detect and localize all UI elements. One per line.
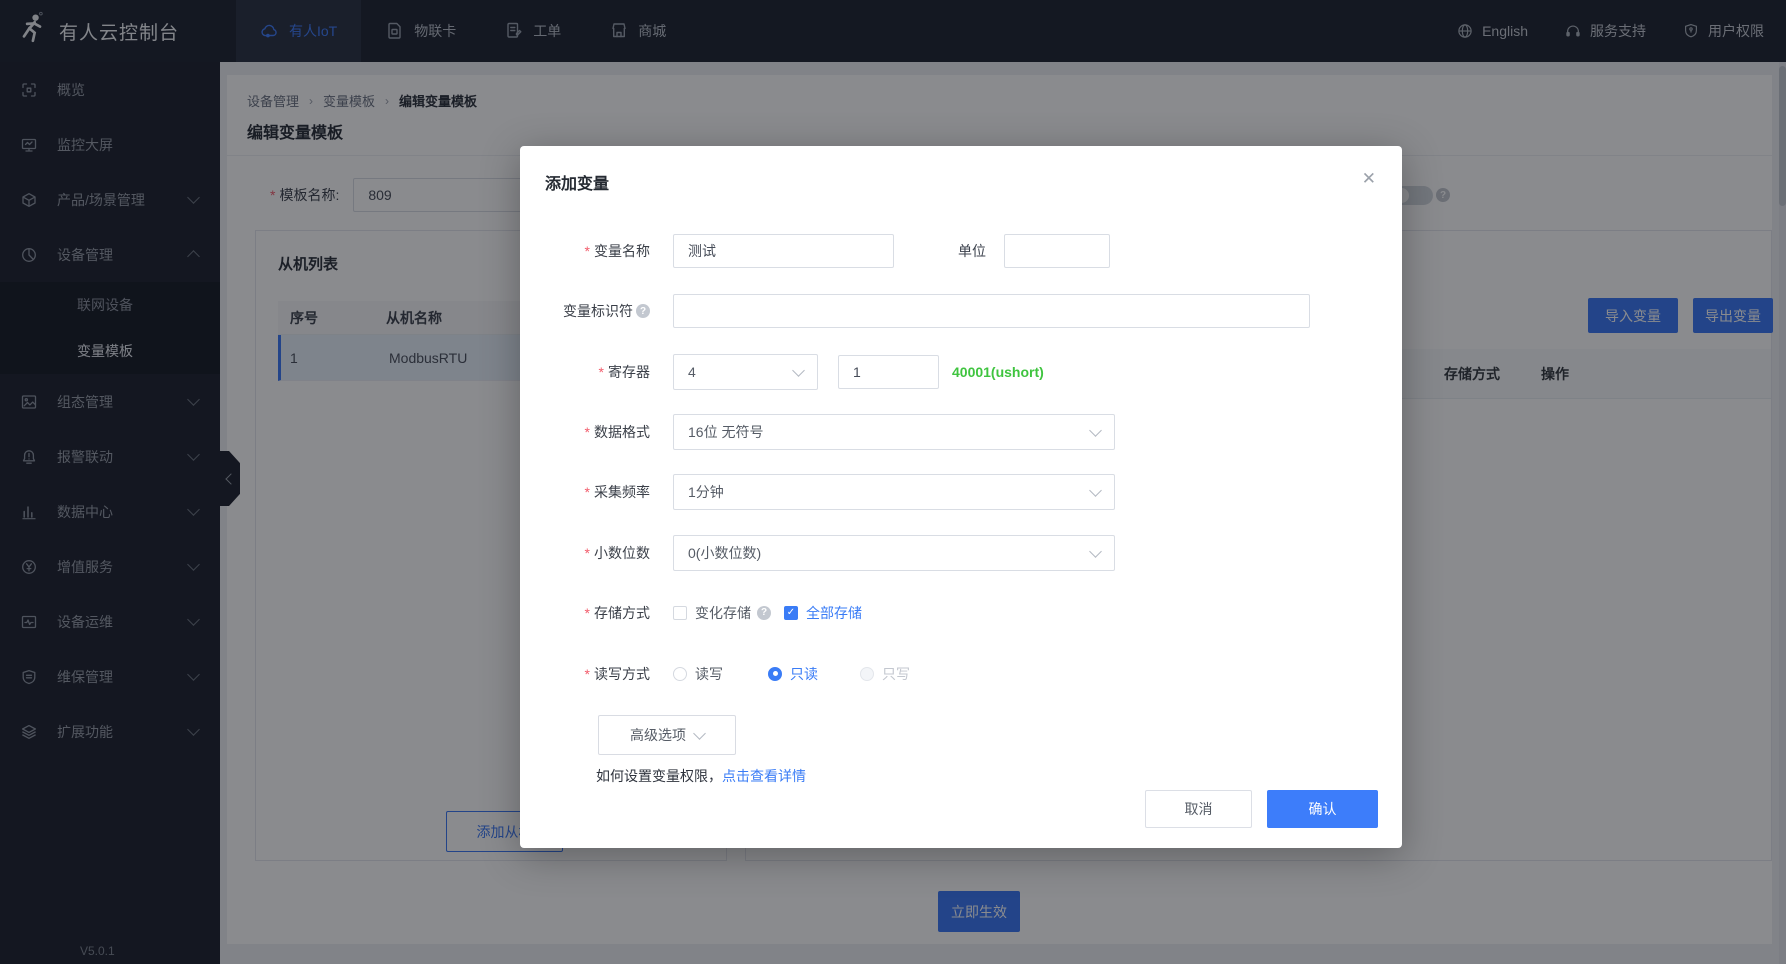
add-variable-modal: 添加变量 ✕ *变量名称 单位 变量标识符? *寄存器 4 40001(usho… <box>520 146 1402 848</box>
data-format-row: *数据格式 16位 无符号 <box>544 414 1115 450</box>
register-row: *寄存器 4 40001(ushort) <box>544 354 1044 390</box>
permission-hint: 如何设置变量权限，点击查看详情 <box>596 766 806 786</box>
rw-mode-row: *读写方式 读写 只读 只写 <box>544 657 910 690</box>
advanced-options-button[interactable]: 高级选项 <box>598 715 736 755</box>
rw-mode-label: *读写方式 <box>544 664 650 684</box>
register-hint: 40001(ushort) <box>952 364 1044 380</box>
change-storage-label: 变化存储 <box>695 603 751 623</box>
register-type-select[interactable]: 4 <box>673 354 818 390</box>
variable-name-row: *变量名称 单位 <box>544 233 1110 269</box>
all-storage-checkbox[interactable]: ✓ <box>784 606 798 620</box>
unit-label: 单位 <box>958 241 986 261</box>
data-format-select[interactable]: 16位 无符号 <box>673 414 1115 450</box>
variable-name-label: *变量名称 <box>544 241 650 261</box>
required-star: * <box>585 666 590 682</box>
confirm-button[interactable]: 确认 <box>1267 790 1378 828</box>
identifier-row: 变量标识符? <box>544 293 1310 329</box>
required-star: * <box>585 424 590 440</box>
write-only-label: 只写 <box>882 664 910 684</box>
register-label: *寄存器 <box>544 362 650 382</box>
help-question-icon[interactable]: ? <box>636 304 650 318</box>
required-star: * <box>599 364 604 380</box>
close-icon[interactable]: ✕ <box>1362 170 1376 187</box>
required-star: * <box>585 545 590 561</box>
decimals-label: *小数位数 <box>544 543 650 563</box>
read-write-label: 读写 <box>695 664 723 684</box>
identifier-label: 变量标识符? <box>544 301 650 321</box>
frequency-row: *采集频率 1分钟 <box>544 474 1115 510</box>
decimals-select[interactable]: 0(小数位数) <box>673 535 1115 571</box>
view-details-link[interactable]: 点击查看详情 <box>722 768 806 784</box>
frequency-select[interactable]: 1分钟 <box>673 474 1115 510</box>
chevron-down-icon <box>693 727 706 740</box>
all-storage-label: 全部存储 <box>806 603 862 623</box>
chevron-down-icon <box>792 364 805 377</box>
identifier-input[interactable] <box>673 294 1310 328</box>
register-address-input[interactable] <box>838 355 939 389</box>
data-format-label: *数据格式 <box>544 422 650 442</box>
variable-name-input[interactable] <box>673 234 894 268</box>
modal-title: 添加变量 <box>545 170 609 194</box>
check-icon: ✓ <box>787 607 795 618</box>
chevron-down-icon <box>1089 484 1102 497</box>
decimals-row: *小数位数 0(小数位数) <box>544 535 1115 571</box>
unit-input[interactable] <box>1004 234 1110 268</box>
required-star: * <box>585 243 590 259</box>
read-only-radio[interactable] <box>768 667 782 681</box>
required-star: * <box>585 605 590 621</box>
frequency-label: *采集频率 <box>544 482 650 502</box>
read-write-radio[interactable] <box>673 667 687 681</box>
chevron-down-icon <box>1089 424 1102 437</box>
help-question-icon[interactable]: ? <box>757 606 771 620</box>
cancel-button[interactable]: 取消 <box>1145 790 1252 828</box>
chevron-down-icon <box>1089 545 1102 558</box>
required-star: * <box>585 484 590 500</box>
storage-mode-row: *存储方式 变化存储 ? ✓ 全部存储 <box>544 596 862 629</box>
read-only-label: 只读 <box>790 664 818 684</box>
write-only-radio[interactable] <box>860 667 874 681</box>
storage-mode-label: *存储方式 <box>544 603 650 623</box>
change-storage-checkbox[interactable] <box>673 606 687 620</box>
